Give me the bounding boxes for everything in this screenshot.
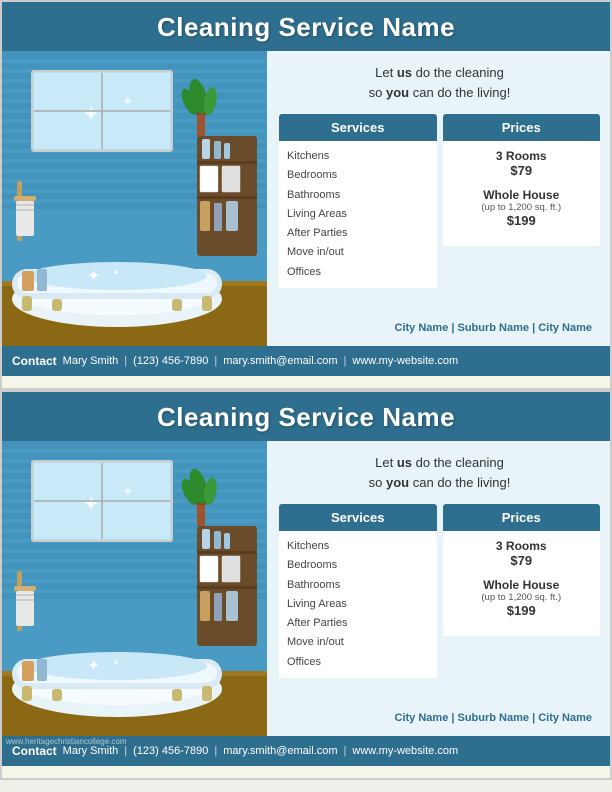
flyer-title-1: Cleaning Service Name xyxy=(157,12,455,42)
flyer-2: Cleaning Service Name xyxy=(0,390,612,780)
service-item: After Parties xyxy=(287,614,429,633)
service-item: After Parties xyxy=(287,224,429,243)
flyer-header-2: Cleaning Service Name xyxy=(2,392,610,441)
bathroom-illustration-2: ✦ ✦ xyxy=(2,441,267,736)
price2-amount: $199 xyxy=(447,213,597,228)
flyer-card-1: Cleaning Service Name xyxy=(0,0,612,390)
service-item: Offices xyxy=(287,263,429,282)
services-prices-1: Services Kitchens Bedrooms Bathrooms Liv… xyxy=(279,114,600,318)
prices-header-1: Prices xyxy=(443,114,601,141)
tagline-2: Let us do the cleaningso you can do the … xyxy=(279,453,600,492)
tagline-text-1a: Let us do the cleaningso you can do the … xyxy=(369,65,511,100)
price1-label-2: 3 Rooms xyxy=(447,539,597,553)
flyer-right-2: Let us do the cleaningso you can do the … xyxy=(267,441,610,736)
service-item: Living Areas xyxy=(287,595,429,614)
svg-text:✦: ✦ xyxy=(112,268,120,279)
service-item: Offices xyxy=(287,653,429,672)
footer-name-1: Mary Smith xyxy=(63,355,119,367)
service-item: Kitchens xyxy=(287,147,429,166)
tagline-1: Let us do the cleaningso you can do the … xyxy=(279,63,600,102)
footer-contact-label-2: Contact xyxy=(12,744,57,758)
services-col-1: Services Kitchens Bedrooms Bathrooms Liv… xyxy=(279,114,437,318)
price2-label: Whole House xyxy=(447,188,597,202)
svg-text:✦: ✦ xyxy=(87,268,100,285)
prices-body-2: 3 Rooms $79 Whole House (up to 1,200 sq.… xyxy=(443,531,601,636)
prices-header-2: Prices xyxy=(443,504,601,531)
flyer-body-1: ✦ ✦ xyxy=(2,51,610,346)
price1-amount: $79 xyxy=(447,163,597,178)
prices-col-2: Prices 3 Rooms $79 Whole House (up to 1,… xyxy=(443,504,601,708)
flyer-card-2: Cleaning Service Name xyxy=(0,390,612,780)
services-body-1: Kitchens Bedrooms Bathrooms Living Areas… xyxy=(279,141,437,288)
flyer-1: Cleaning Service Name xyxy=(0,0,612,390)
service-item: Move in/out xyxy=(287,243,429,262)
services-col-2: Services Kitchens Bedrooms Bathrooms Liv… xyxy=(279,504,437,708)
svg-text:✦: ✦ xyxy=(122,93,134,109)
price-item-2: Whole House (up to 1,200 sq. ft.) $199 xyxy=(447,188,597,228)
footer-email-1: mary.smith@email.com xyxy=(223,355,337,367)
price1-amount-2: $79 xyxy=(447,553,597,568)
flyer-body-2: ✦ ✦ xyxy=(2,441,610,736)
service-item: Bathrooms xyxy=(287,576,429,595)
service-item: Bedrooms xyxy=(287,166,429,185)
service-item: Kitchens xyxy=(287,537,429,556)
footer-contact-label-1: Contact xyxy=(12,354,57,368)
footer-phone-2: (123) 456-7890 xyxy=(133,745,208,757)
service-item: Bedrooms xyxy=(287,556,429,575)
price-item-1: 3 Rooms $79 xyxy=(447,149,597,178)
flyer-title-2: Cleaning Service Name xyxy=(157,402,455,432)
service-item: Move in/out xyxy=(287,633,429,652)
footer-website-2: www.my-website.com xyxy=(352,745,458,757)
svg-text:✦: ✦ xyxy=(87,658,100,675)
services-prices-2: Services Kitchens Bedrooms Bathrooms Liv… xyxy=(279,504,600,708)
services-body-2: Kitchens Bedrooms Bathrooms Living Areas… xyxy=(279,531,437,678)
prices-body-1: 3 Rooms $79 Whole House (up to 1,200 sq.… xyxy=(443,141,601,246)
price-item-4: Whole House (up to 1,200 sq. ft.) $199 xyxy=(447,578,597,618)
tagline-text-2a: Let us do the cleaningso you can do the … xyxy=(369,455,511,490)
price1-label: 3 Rooms xyxy=(447,149,597,163)
city-bar-1: City Name | Suburb Name | City Name xyxy=(279,318,600,338)
footer-phone-1: (123) 456-7890 xyxy=(133,355,208,367)
price2-amount-2: $199 xyxy=(447,603,597,618)
price2-sub: (up to 1,200 sq. ft.) xyxy=(447,202,597,213)
flyer-header-1: Cleaning Service Name xyxy=(2,2,610,51)
svg-text:✦: ✦ xyxy=(82,491,100,516)
footer-email-2: mary.smith@email.com xyxy=(223,745,337,757)
svg-text:✦: ✦ xyxy=(122,483,134,499)
bathroom-illustration-1: ✦ ✦ xyxy=(2,51,267,346)
services-header-1: Services xyxy=(279,114,437,141)
price2-label-2: Whole House xyxy=(447,578,597,592)
service-item: Living Areas xyxy=(287,205,429,224)
flyer-right-1: Let us do the cleaningso you can do the … xyxy=(267,51,610,346)
footer-website-1: www.my-website.com xyxy=(352,355,458,367)
footer-name-2: Mary Smith xyxy=(63,745,119,757)
svg-text:✦: ✦ xyxy=(82,101,100,126)
price2-sub-2: (up to 1,200 sq. ft.) xyxy=(447,592,597,603)
city-bar-2: City Name | Suburb Name | City Name xyxy=(279,708,600,728)
service-item: Bathrooms xyxy=(287,186,429,205)
price-item-3: 3 Rooms $79 xyxy=(447,539,597,568)
prices-col-1: Prices 3 Rooms $79 Whole House (up to 1,… xyxy=(443,114,601,318)
watermark: www.heritagechristiancollege.com xyxy=(6,737,127,746)
svg-text:✦: ✦ xyxy=(112,658,120,669)
services-header-2: Services xyxy=(279,504,437,531)
flyer-footer-1: Contact Mary Smith | (123) 456-7890 | ma… xyxy=(2,346,610,376)
